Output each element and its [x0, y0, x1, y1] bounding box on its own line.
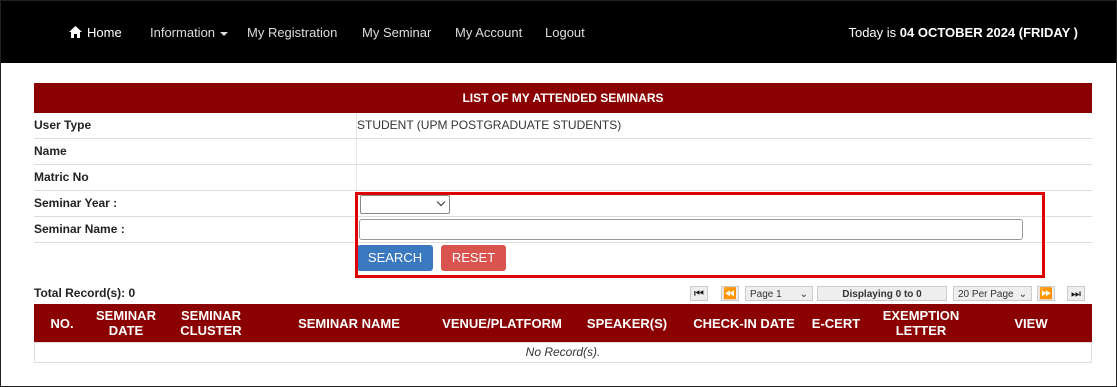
user-type-row: User Type STUDENT (UPM POSTGRADUATE STUD…	[34, 113, 1092, 139]
nav-my-account[interactable]: My Account	[455, 24, 522, 42]
nav-my-seminar-label: My Seminar	[362, 25, 432, 40]
column-header[interactable]: NO.	[34, 304, 90, 342]
chevron-down-icon: ⌄	[1018, 289, 1027, 300]
no-records-message: No Record(s).	[34, 342, 1092, 363]
attended-seminars-panel: LIST OF MY ATTENDED SEMINARS User Type S…	[34, 83, 1092, 274]
first-page-button[interactable]: ⏮	[690, 286, 708, 301]
seminar-name-input[interactable]	[359, 219, 1023, 240]
next-page-button[interactable]: ⏩	[1037, 286, 1055, 301]
total-records: Total Record(s): 0	[34, 286, 136, 300]
previous-page-button[interactable]: ⏪	[721, 286, 739, 301]
column-header[interactable]: E-CERT	[800, 304, 872, 342]
search-button[interactable]: SEARCH	[357, 245, 433, 271]
row-divider	[356, 217, 357, 242]
nav-home[interactable]: Home	[69, 24, 122, 42]
seminar-year-select[interactable]	[360, 195, 450, 214]
chevron-down-icon: ⌄	[799, 289, 808, 300]
previous-page-icon: ⏪	[723, 288, 737, 300]
nav-my-account-label: My Account	[455, 25, 523, 40]
next-page-icon: ⏩	[1039, 288, 1053, 300]
seminar-year-row: Seminar Year :	[34, 191, 1092, 217]
row-divider	[356, 165, 357, 190]
top-navbar: Home Information My Registration My Semi…	[1, 1, 1116, 63]
today-value: 04 OCTOBER 2024 (FRIDAY )	[899, 25, 1078, 40]
column-header[interactable]: EXEMPTION LETTER	[872, 304, 970, 342]
grid-header: NO. SEMINAR DATE SEMINAR CLUSTER SEMINAR…	[34, 304, 1092, 342]
per-page-select[interactable]: 20 Per Page ⌄	[953, 286, 1032, 301]
nav-my-seminar[interactable]: My Seminar	[362, 24, 431, 42]
page-select[interactable]: Page 1 ⌄	[745, 286, 813, 301]
column-header[interactable]: VENUE/PLATFORM	[438, 304, 566, 342]
nav-information[interactable]: Information	[150, 24, 229, 42]
seminar-year-label: Seminar Year :	[34, 196, 118, 210]
column-header[interactable]: CHECK-IN DATE	[688, 304, 800, 342]
caret-down-icon	[220, 31, 229, 36]
today-date: Today is 04 OCTOBER 2024 (FRIDAY )	[848, 24, 1078, 42]
row-divider	[356, 191, 357, 216]
seminar-name-row: Seminar Name :	[34, 217, 1092, 243]
displaying-count: Displaying 0 to 0	[817, 286, 947, 301]
panel-title: LIST OF MY ATTENDED SEMINARS	[34, 83, 1092, 113]
nav-home-label: Home	[87, 25, 122, 40]
button-row: SEARCH RESET	[34, 243, 1092, 274]
last-page-button[interactable]: ⏭	[1067, 286, 1085, 301]
page-select-value: Page 1	[750, 289, 782, 300]
seminar-name-label: Seminar Name :	[34, 222, 125, 236]
column-header[interactable]: SEMINAR DATE	[90, 304, 162, 342]
row-divider	[356, 139, 357, 164]
per-page-value: 20 Per Page	[958, 289, 1014, 300]
nav-my-registration-label: My Registration	[247, 25, 338, 40]
nav-logout[interactable]: Logout	[545, 24, 585, 42]
nav-information-label: Information	[150, 25, 216, 40]
today-prefix: Today is	[848, 25, 900, 40]
user-type-value: STUDENT (UPM POSTGRADUATE STUDENTS)	[357, 118, 622, 132]
name-row: Name	[34, 139, 1092, 165]
column-header[interactable]: SPEAKER(S)	[566, 304, 688, 342]
matric-row: Matric No	[34, 165, 1092, 191]
chevron-down-icon	[436, 197, 446, 207]
home-icon	[69, 26, 82, 38]
nav-my-registration[interactable]: My Registration	[247, 24, 337, 42]
user-type-label: User Type	[34, 118, 92, 132]
last-page-icon: ⏭	[1071, 288, 1081, 300]
matric-label: Matric No	[34, 170, 89, 184]
first-page-icon: ⏮	[694, 288, 704, 300]
column-header[interactable]: SEMINAR CLUSTER	[162, 304, 260, 342]
column-header[interactable]: SEMINAR NAME	[260, 304, 438, 342]
column-header[interactable]: VIEW	[970, 304, 1092, 342]
nav-logout-label: Logout	[545, 25, 585, 40]
reset-button[interactable]: RESET	[441, 245, 506, 271]
name-label: Name	[34, 144, 67, 158]
